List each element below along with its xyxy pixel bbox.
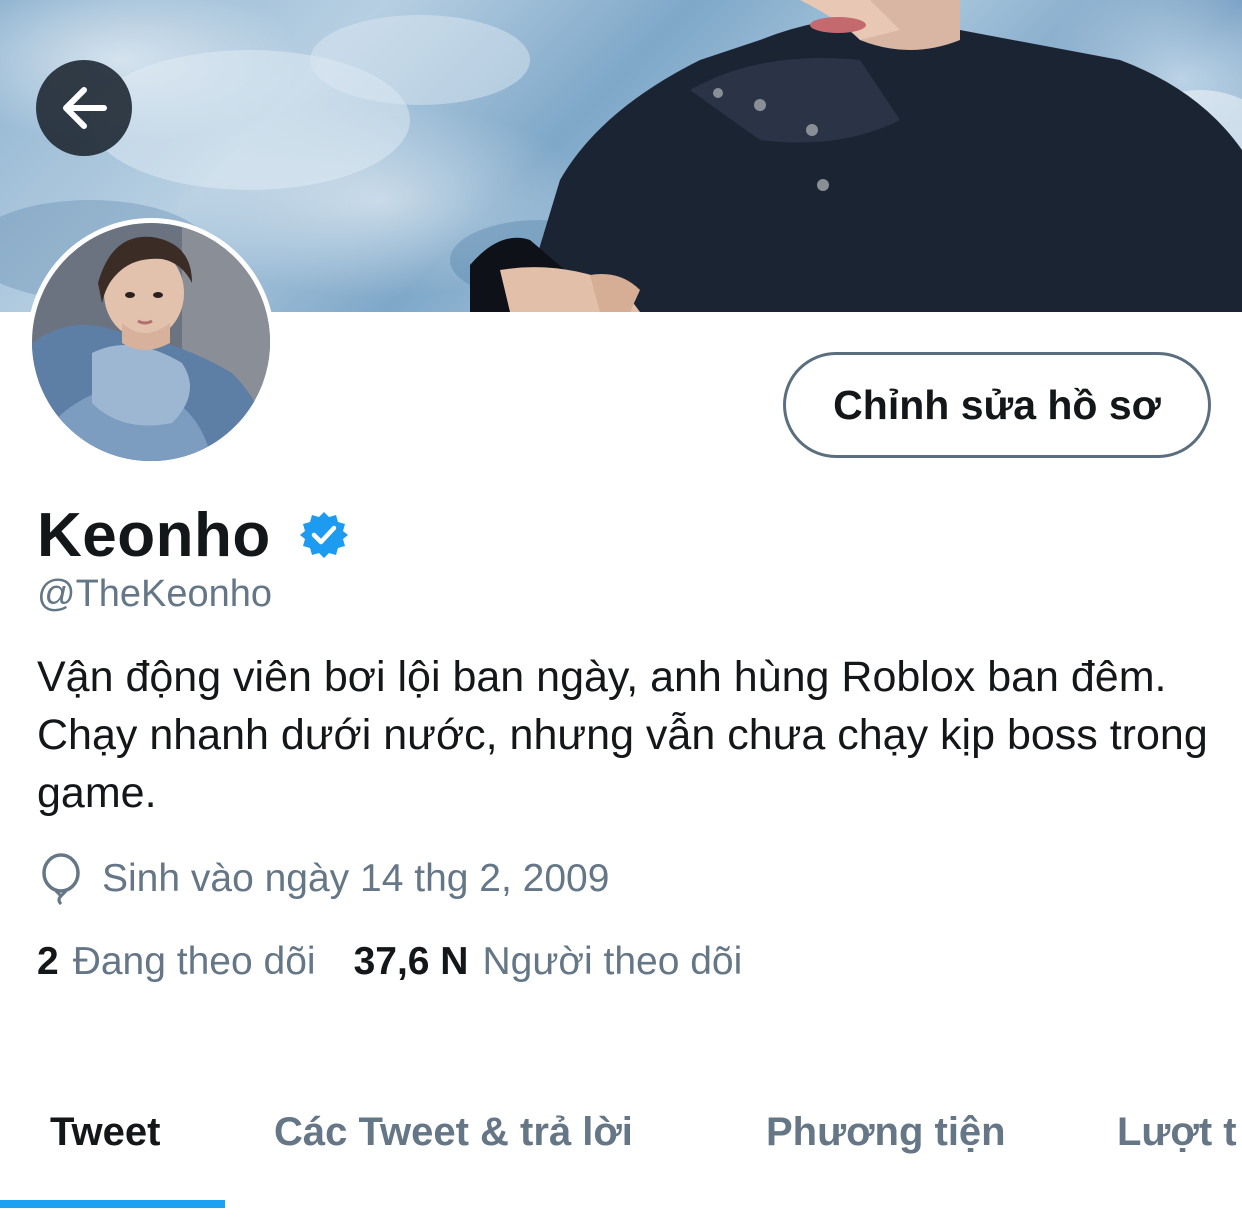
profile-tabs: Tweet Các Tweet & trả lời Phương tiện Lư… — [0, 1090, 1242, 1223]
avatar[interactable] — [27, 218, 275, 466]
tab-likes[interactable]: Lượt t — [1117, 1110, 1237, 1155]
handle: @TheKeonho — [37, 573, 273, 615]
avatar-image — [32, 223, 270, 461]
birth-info: Sinh vào ngày 14 thg 2, 2009 — [38, 853, 610, 906]
tab-media[interactable]: Phương tiện — [766, 1110, 1006, 1155]
birth-date: Sinh vào ngày 14 thg 2, 2009 — [102, 857, 610, 900]
edit-profile-button[interactable]: Chỉnh sửa hồ sơ — [783, 352, 1211, 458]
profile-page: Chỉnh sửa hồ sơ Keonho @TheKeonho Vận độ… — [0, 0, 1242, 1223]
tab-tweets-replies[interactable]: Các Tweet & trả lời — [274, 1110, 633, 1155]
followers-label: Người theo dõi — [482, 940, 743, 983]
following-link[interactable]: 2 Đang theo dõi — [37, 940, 316, 984]
balloon-icon — [38, 853, 84, 906]
bio: Vận động viên bơi lội ban ngày, anh hùng… — [37, 653, 1208, 817]
back-button[interactable] — [36, 60, 132, 156]
active-tab-indicator — [0, 1200, 225, 1208]
followers-count: 37,6 N — [353, 940, 469, 983]
following-label: Đang theo dõi — [72, 940, 316, 983]
stats-row: 2 Đang theo dõi 37,6 N Người theo dõi — [37, 940, 742, 984]
display-name: Keonho — [37, 500, 271, 570]
followers-link[interactable]: 37,6 N Người theo dõi — [354, 940, 743, 984]
arrow-left-icon — [63, 87, 107, 129]
tab-tweets[interactable]: Tweet — [50, 1110, 160, 1155]
name-row: Keonho — [37, 495, 349, 575]
verified-badge-icon — [299, 510, 349, 560]
following-count: 2 — [37, 940, 59, 983]
